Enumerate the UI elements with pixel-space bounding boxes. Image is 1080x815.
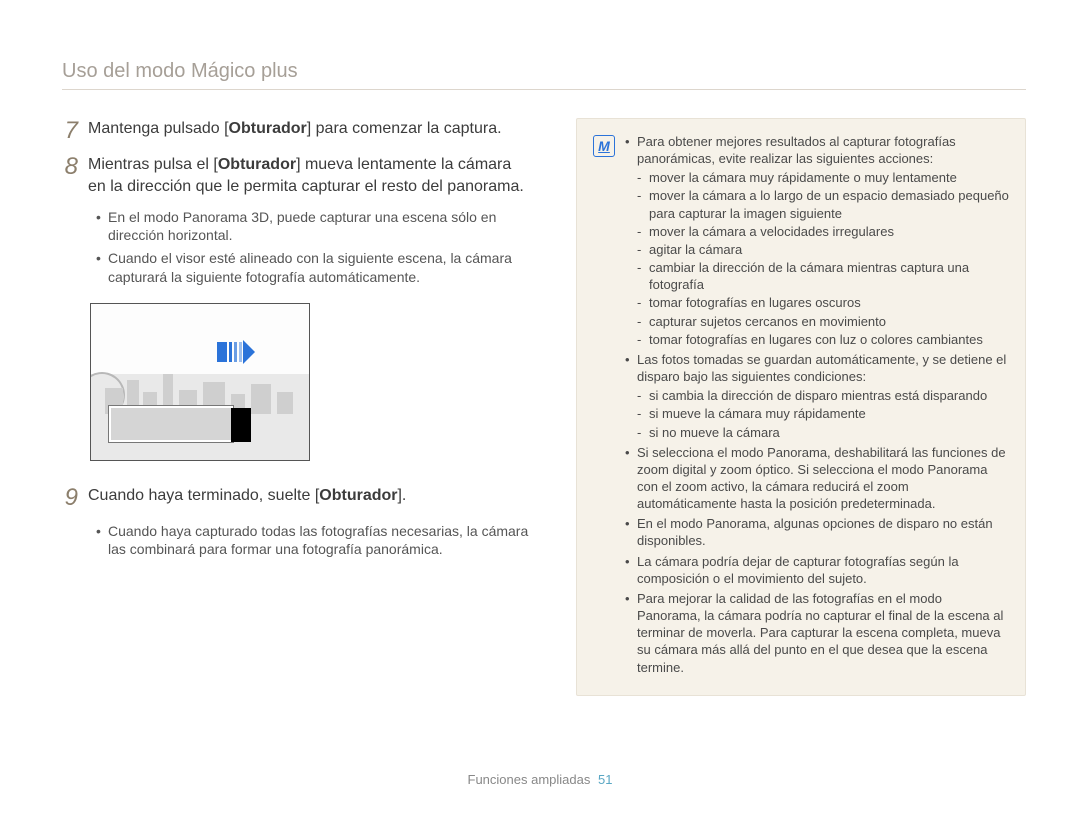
text: Mantenga pulsado [	[88, 120, 229, 137]
key-label: Obturador	[319, 487, 397, 504]
right-column: M Para obtener mejores resultados al cap…	[576, 118, 1026, 696]
dash-item: cambiar la dirección de la cámara mientr…	[637, 259, 1009, 293]
step-9-bullets: Cuando haya capturado todas las fotograf…	[96, 522, 532, 560]
step-text: Mientras pulsa el [Obturador] mueva lent…	[88, 154, 532, 197]
step-number: 9	[62, 485, 78, 511]
dash-item: agitar la cámara	[637, 241, 1009, 258]
footer-label: Funciones ampliadas	[468, 772, 591, 787]
dash-item: tomar fotografías en lugares oscuros	[637, 294, 1009, 311]
note-list: Para obtener mejores resultados al captu…	[625, 133, 1009, 679]
dash-item: mover la cámara muy rápidamente o muy le…	[637, 169, 1009, 186]
step-8-bullets: En el modo Panorama 3D, puede capturar u…	[96, 208, 532, 288]
step-number: 7	[62, 118, 78, 144]
page-footer: Funciones ampliadas 51	[0, 772, 1080, 787]
note-icon: M	[593, 135, 615, 157]
dash-list: mover la cámara muy rápidamente o muy le…	[637, 169, 1009, 348]
step-8: 8 Mientras pulsa el [Obturador] mueva le…	[62, 154, 532, 197]
dash-item: si cambia la dirección de disparo mientr…	[637, 387, 1009, 404]
dash-item: si no mueve la cámara	[637, 424, 1009, 441]
text: ] para comenzar la captura.	[307, 120, 502, 137]
note-item: En el modo Panorama, algunas opciones de…	[625, 515, 1009, 549]
dash-item: mover la cámara a velocidades irregulare…	[637, 223, 1009, 240]
text: ].	[397, 487, 406, 504]
next-frame-marker	[231, 408, 251, 442]
note-item: Para mejorar la calidad de las fotografí…	[625, 590, 1009, 676]
note-item: Las fotos tomadas se guardan automáticam…	[625, 351, 1009, 441]
section-title: Uso del modo Mágico plus	[62, 60, 1026, 83]
text: Cuando haya terminado, suelte [	[88, 487, 319, 504]
step-9: 9 Cuando haya terminado, suelte [Obturad…	[62, 485, 532, 511]
page-number: 51	[598, 772, 612, 787]
note-item: Si selecciona el modo Panorama, deshabil…	[625, 444, 1009, 513]
arrow-right-icon	[217, 340, 255, 364]
key-label: Obturador	[229, 120, 307, 137]
dash-item: tomar fotografías en lugares con luz o c…	[637, 331, 1009, 348]
step-7: 7 Mantenga pulsado [Obturador] para come…	[62, 118, 532, 144]
note-item: Para obtener mejores resultados al captu…	[625, 133, 1009, 348]
step-text: Mantenga pulsado [Obturador] para comenz…	[88, 118, 532, 144]
dash-item: capturar sujetos cercanos en movimiento	[637, 313, 1009, 330]
note-box: M Para obtener mejores resultados al cap…	[576, 118, 1026, 696]
step-number: 8	[62, 154, 78, 197]
key-label: Obturador	[218, 156, 296, 173]
dash-list: si cambia la dirección de disparo mientr…	[637, 387, 1009, 440]
text: Mientras pulsa el [	[88, 156, 218, 173]
dash-item: si mueve la cámara muy rápidamente	[637, 405, 1009, 422]
left-column: 7 Mantenga pulsado [Obturador] para come…	[62, 118, 532, 575]
list-item: Cuando el visor esté alineado con la sig…	[96, 249, 532, 287]
text: Las fotos tomadas se guardan automáticam…	[637, 352, 1006, 384]
list-item: Cuando haya capturado todas las fotograf…	[96, 522, 532, 560]
list-item: En el modo Panorama 3D, puede capturar u…	[96, 208, 532, 246]
dash-item: mover la cámara a lo largo de un espacio…	[637, 187, 1009, 221]
step-text: Cuando haya terminado, suelte [Obturador…	[88, 485, 532, 511]
panorama-illustration	[90, 303, 310, 461]
text: Para obtener mejores resultados al captu…	[637, 134, 956, 166]
note-item: La cámara podría dejar de capturar fotog…	[625, 553, 1009, 587]
divider	[62, 89, 1026, 90]
captured-strip	[109, 406, 233, 442]
